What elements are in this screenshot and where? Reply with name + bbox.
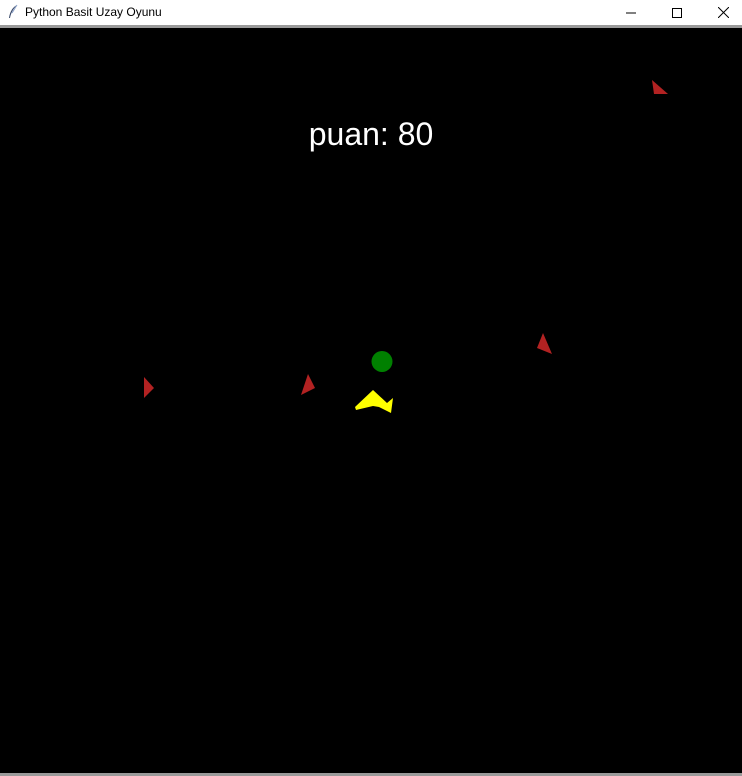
enemy-ship [537,333,552,354]
title-bar[interactable]: Python Basit Uzay Oyunu [0,0,742,25]
game-window: Python Basit Uzay Oyunu puan: 80 [0,0,742,776]
maximize-button[interactable] [654,0,700,25]
minimize-icon [626,12,636,13]
score-label: puan: [308,116,389,152]
goal-orb [371,351,393,372]
window-title: Python Basit Uzay Oyunu [25,5,162,19]
score-display: puan: 80 [0,116,742,153]
close-button[interactable] [700,0,742,25]
game-canvas[interactable]: puan: 80 [0,28,742,773]
close-icon [717,7,729,18]
enemy-ship [144,377,154,398]
feather-icon [9,4,18,18]
player-ship [355,390,393,413]
enemy-ship [301,374,315,395]
score-value: 80 [397,116,434,152]
minimize-button[interactable] [608,0,654,25]
enemy-ship [652,80,668,94]
maximize-icon [672,7,682,18]
